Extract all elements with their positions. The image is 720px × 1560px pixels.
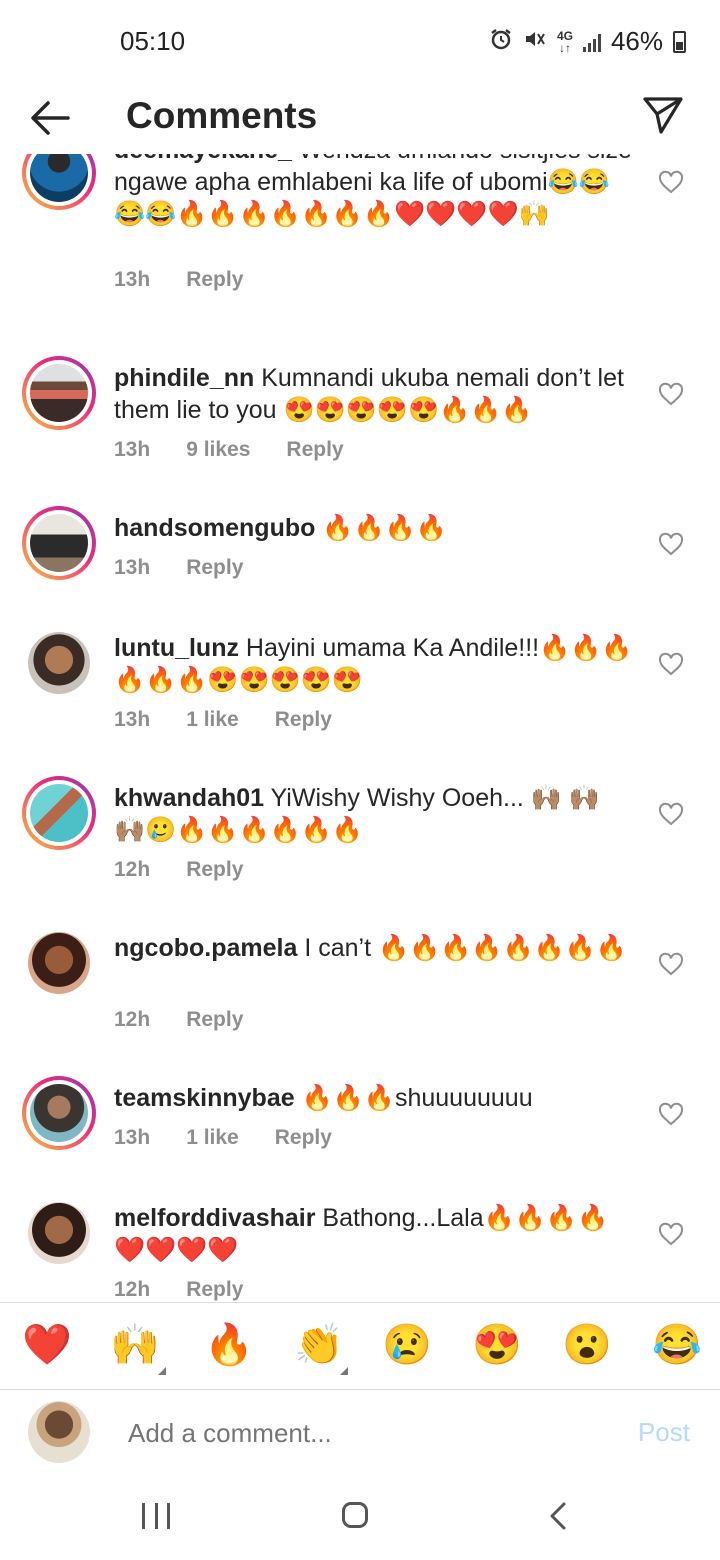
comment-time: 13h (114, 1126, 151, 1149)
avatar[interactable] (22, 154, 96, 210)
comment-time: 13h (114, 708, 151, 731)
comment-time: 12h (114, 1008, 151, 1031)
avatar[interactable] (28, 932, 90, 994)
comment-text: khwandah01 YiWishy Wishy Ooeh... 🙌🏽 🙌🏽 🙌… (114, 784, 600, 844)
comment-text: luntu_lunz Hayini umama Ka Andile!!!🔥🔥🔥🔥… (114, 634, 633, 694)
page-title: Comments (126, 95, 318, 136)
back-icon[interactable] (548, 1501, 568, 1531)
heart-icon[interactable] (658, 1222, 684, 1246)
comment-time: 12h (114, 1278, 151, 1301)
recent-apps-icon[interactable] (142, 1503, 170, 1529)
heart-icon[interactable] (658, 1102, 684, 1126)
arrow-left-icon[interactable] (28, 98, 72, 138)
comment-username[interactable]: melforddivashair (114, 1204, 315, 1232)
comment-text: deemayekane_ Wendza umlando sisitjies si… (114, 154, 634, 230)
network-4g-icon: 4G ↓↑ (556, 28, 573, 55)
reply-button[interactable]: Reply (186, 858, 243, 882)
post-button[interactable]: Post (638, 1417, 690, 1448)
emoji-surprised-face[interactable]: 😮 (562, 1321, 612, 1369)
paper-plane-icon[interactable] (642, 94, 684, 136)
comment-composer: Post (0, 1389, 720, 1481)
avatar[interactable] (22, 776, 96, 850)
home-icon[interactable] (342, 1502, 368, 1528)
reply-button[interactable]: Reply (186, 556, 243, 580)
heart-icon[interactable] (658, 170, 684, 194)
comment-meta: 13h 9 likes Reply (114, 438, 344, 462)
comment-input[interactable] (126, 1417, 590, 1450)
like-count[interactable]: 1 like (186, 708, 239, 732)
comment-time: 12h (114, 858, 151, 881)
comment-time: 13h (114, 268, 151, 291)
emoji-fire[interactable]: 🔥 (204, 1321, 254, 1369)
reply-button[interactable]: Reply (186, 1278, 243, 1302)
like-count[interactable]: 1 like (186, 1126, 239, 1150)
emoji-tears-of-joy[interactable]: 😂 (652, 1321, 702, 1369)
avatar[interactable] (28, 1202, 90, 1264)
avatar[interactable] (28, 632, 90, 694)
battery-percent: 46% (610, 26, 663, 56)
comment-text: ngcobo.pamela I can’t 🔥🔥🔥🔥🔥🔥🔥🔥 (114, 934, 627, 962)
comments-list[interactable]: deemayekane_ Wendza umlando sisitjies si… (0, 154, 720, 1302)
reply-button[interactable]: Reply (275, 708, 332, 732)
comment-text: handsomengubo 🔥🔥🔥🔥 (114, 514, 447, 542)
status-icons: 4G ↓↑ 46% (489, 26, 686, 57)
emoji-reaction-bar: ❤️ 🙌 🔥 👏 😢 😍 😮 😂 (0, 1302, 720, 1390)
emoji-heart-eyes[interactable]: 😍 (472, 1321, 522, 1369)
signal-icon (582, 32, 601, 52)
system-nav-bar (0, 1481, 720, 1560)
emoji-crying-face[interactable]: 😢 (382, 1321, 432, 1369)
comment-username[interactable]: teamskinnybae (114, 1084, 295, 1112)
comment-meta: 12h Reply (114, 858, 243, 882)
comment-time: 13h (114, 556, 151, 579)
status-time: 05:10 (120, 26, 186, 56)
comment-username[interactable]: deemayekane_ (114, 154, 292, 164)
comment-meta: 12h Reply (114, 1278, 243, 1302)
heart-icon[interactable] (658, 802, 684, 826)
comment-time: 13h (114, 438, 151, 461)
comment-meta: 12h Reply (114, 1008, 243, 1032)
heart-icon[interactable] (658, 382, 684, 406)
comments-header: Comments (0, 84, 720, 154)
emoji-clapping-hands[interactable]: 👏 (294, 1321, 344, 1369)
comment-username[interactable]: khwandah01 (114, 784, 264, 812)
alarm-icon (489, 27, 513, 57)
battery-icon (673, 30, 686, 53)
mute-icon (523, 27, 547, 57)
emoji-heart[interactable]: ❤️ (22, 1321, 72, 1369)
comment-username[interactable]: luntu_lunz (114, 634, 239, 662)
comment-username[interactable]: handsomengubo (114, 514, 315, 542)
comment-meta: 13h 1 like Reply (114, 1126, 332, 1150)
comment-meta: 13h Reply (114, 556, 243, 580)
comment-text: phindile_nn Kumnandi ukuba nemali don’t … (114, 364, 624, 424)
status-bar: 05:10 4G ↓↑ 46% (0, 0, 720, 84)
heart-icon[interactable] (658, 952, 684, 976)
like-count[interactable]: 9 likes (186, 438, 250, 462)
comment-username[interactable]: phindile_nn (114, 364, 254, 392)
reply-button[interactable]: Reply (275, 1126, 332, 1150)
heart-icon[interactable] (658, 532, 684, 556)
heart-icon[interactable] (658, 652, 684, 676)
emoji-raised-hands[interactable]: 🙌 (110, 1321, 160, 1369)
reply-button[interactable]: Reply (186, 268, 243, 292)
comment-meta: 13h Reply (114, 268, 243, 292)
avatar[interactable] (22, 356, 96, 430)
current-user-avatar (28, 1401, 90, 1463)
comment-text: melforddivashair Bathong...Lala🔥🔥🔥🔥❤️❤️❤… (114, 1204, 609, 1264)
avatar[interactable] (22, 1076, 96, 1150)
avatar[interactable] (22, 506, 96, 580)
reply-button[interactable]: Reply (186, 1008, 243, 1032)
comment-meta: 13h 1 like Reply (114, 708, 332, 732)
comment-text: teamskinnybae 🔥🔥🔥shuuuuuuuu (114, 1084, 533, 1112)
comment-username[interactable]: ngcobo.pamela (114, 934, 297, 962)
reply-button[interactable]: Reply (286, 438, 343, 462)
